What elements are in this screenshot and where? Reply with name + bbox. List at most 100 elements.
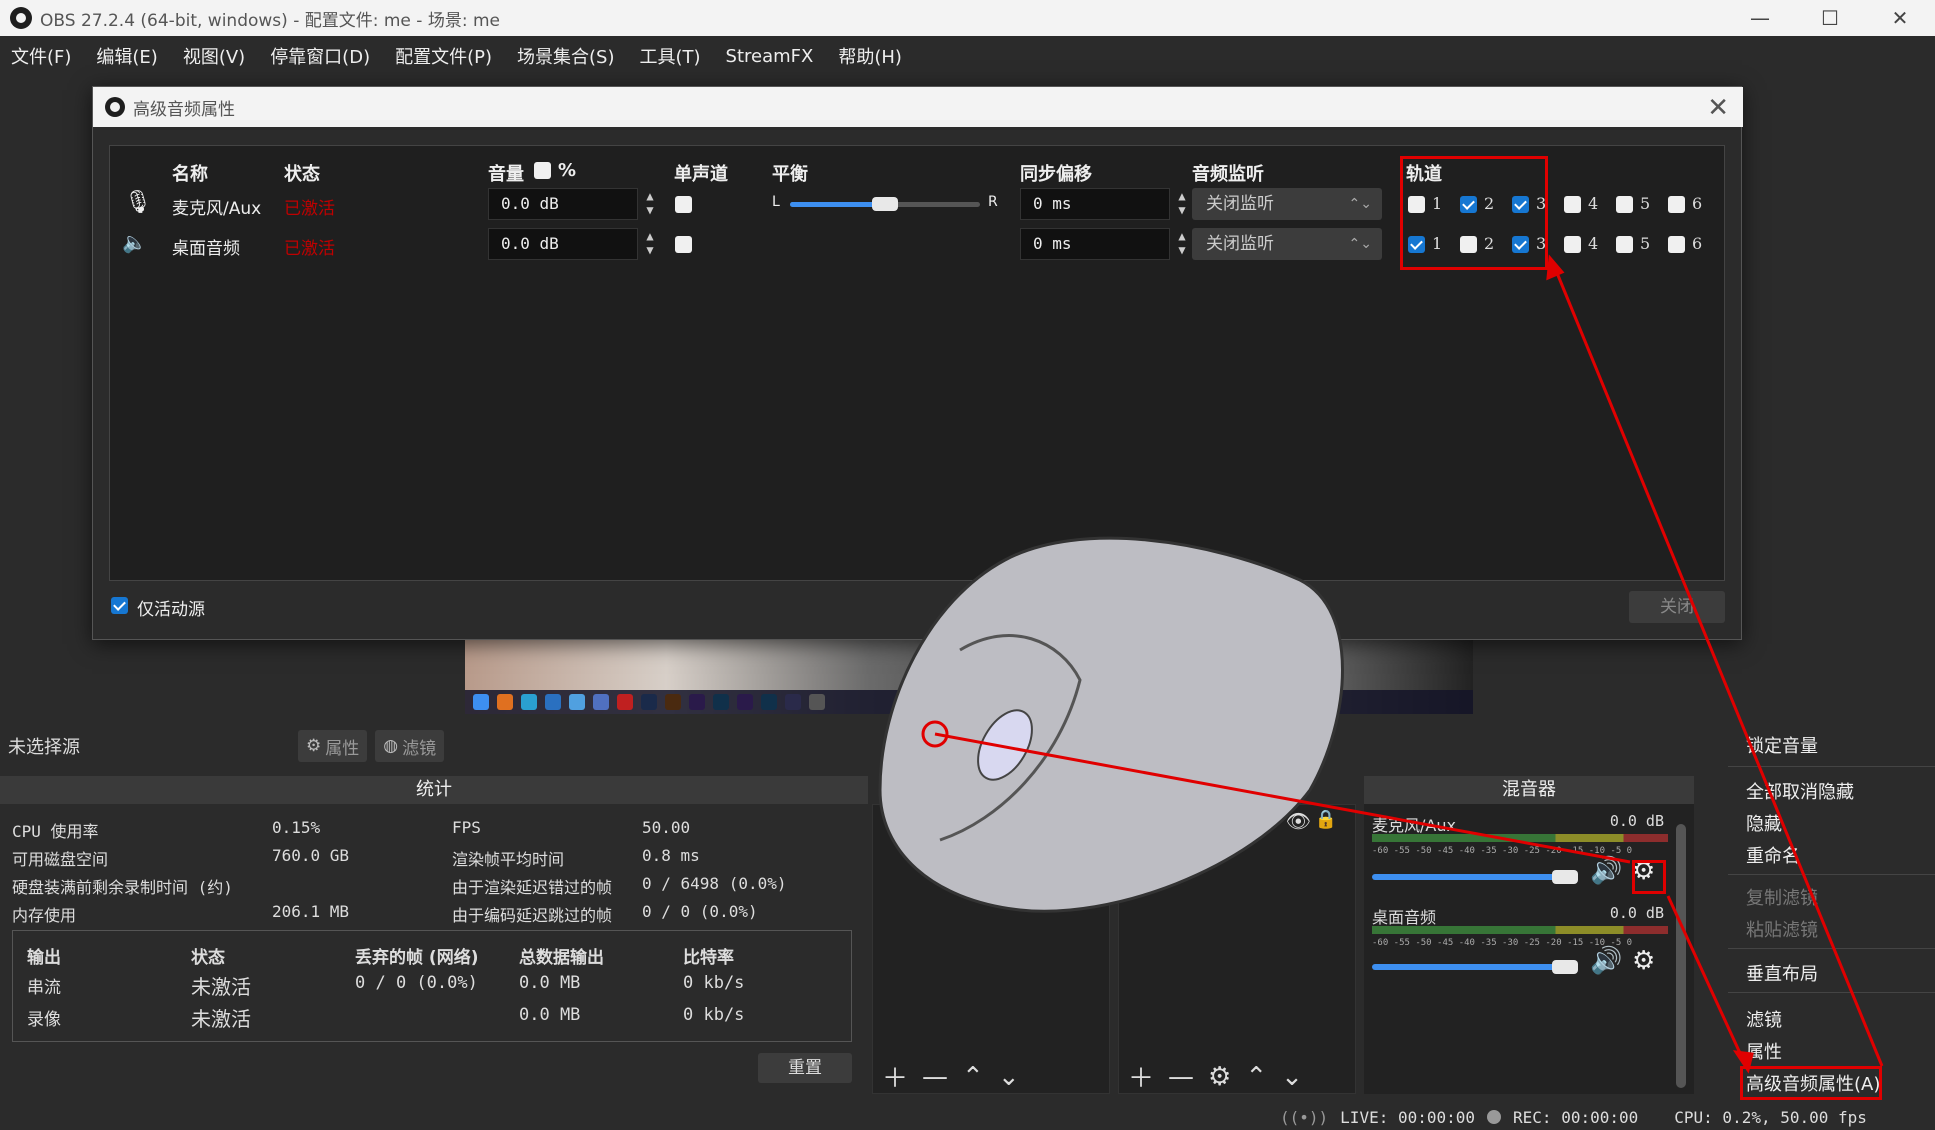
col-bitrate: 比特率	[683, 948, 734, 968]
menu-tools[interactable]: 工具(T)	[639, 43, 700, 69]
mixer-mic-volume-slider[interactable]	[1372, 874, 1568, 880]
row-mic-mono-checkbox[interactable]	[675, 196, 692, 213]
highlight-gear	[1632, 860, 1666, 894]
ctx-hide[interactable]: 隐藏	[1746, 810, 1782, 836]
speaker-icon: 🔈	[122, 230, 147, 254]
menu-streamfx[interactable]: StreamFX	[726, 46, 814, 67]
no-source-selected: 未选择源	[8, 737, 80, 758]
mixer-scrollbar[interactable]	[1676, 824, 1686, 1088]
output-rec-bitrate: 0 kb/s	[683, 1005, 745, 1025]
mixer-desktop-mute-icon[interactable]: 🔊	[1590, 946, 1622, 976]
lock-icon[interactable]: 🔒	[1315, 809, 1337, 830]
advanced-audio-dialog: 高级音频属性 ✕ 名称 状态 音量 % 单声道 平衡 同步偏移 音频监听 轨道 …	[92, 86, 1743, 640]
row-mic-sync-input[interactable]: 0 ms ▲ ▼	[1020, 188, 1186, 220]
illustrator-icon	[665, 694, 681, 710]
disk-value: 760.0 GB	[272, 846, 350, 865]
row-mic-balance-handle[interactable]	[872, 197, 898, 211]
row-desktop-sync-input[interactable]: 0 ms ▲ ▼	[1020, 228, 1186, 260]
ctx-properties[interactable]: 属性	[1746, 1038, 1782, 1064]
row-desktop-mono-checkbox[interactable]	[675, 236, 692, 253]
menu-scene-collection[interactable]: 场景集合(S)	[517, 43, 614, 69]
fps-value: 50.00	[642, 818, 691, 837]
animate-icon	[761, 694, 777, 710]
scenes-dock[interactable]	[872, 804, 1110, 1094]
acrobat-icon	[617, 694, 633, 710]
col-monitoring: 音频监听	[1192, 164, 1264, 185]
ctx-paste-filters[interactable]: 粘贴滤镜	[1746, 916, 1818, 942]
mixer-mic-name: 麦克风/Aux	[1372, 816, 1456, 835]
row-desktop-track-5[interactable]	[1616, 236, 1633, 253]
move-up-icon[interactable]: ⌃	[962, 1062, 984, 1092]
gear-icon: ⚙	[306, 736, 322, 756]
menu-help[interactable]: 帮助(H)	[838, 43, 902, 69]
mixer-mic-scale: -60 -55 -50 -45 -40 -35 -30 -25 -20 -15 …	[1372, 846, 1633, 856]
menu-profile[interactable]: 配置文件(P)	[395, 43, 492, 69]
menu-edit[interactable]: 编辑(E)	[96, 43, 157, 69]
col-volume: 音量	[488, 164, 524, 185]
mem-value: 206.1 MB	[272, 902, 350, 921]
close-window-button[interactable]: ✕	[1865, 0, 1935, 36]
menu-file[interactable]: 文件(F)	[11, 43, 71, 69]
scene-buttons: ＋ — ⌃ ⌄	[882, 1058, 1020, 1095]
rec-dot-icon	[1487, 1110, 1502, 1124]
ctx-unhide-all[interactable]: 全部取消隐藏	[1746, 778, 1854, 804]
row-mic-track-6[interactable]	[1668, 196, 1685, 213]
dialog-close-icon[interactable]: ✕	[1707, 93, 1729, 123]
source-settings-icon[interactable]: ⚙	[1208, 1062, 1231, 1092]
row-mic-track-5[interactable]	[1616, 196, 1633, 213]
dialog-titlebar: 高级音频属性 ✕	[93, 87, 1743, 127]
highlight-advanced-audio	[1740, 1066, 1882, 1100]
remove-source-icon[interactable]: —	[1168, 1062, 1194, 1092]
col-output: 输出	[27, 948, 61, 968]
maximize-button[interactable]: ☐	[1795, 0, 1865, 36]
rec-status: REC: 00:00:00	[1513, 1107, 1639, 1127]
ctx-vertical-layout[interactable]: 垂直布局	[1746, 960, 1818, 986]
row-desktop-track-4[interactable]	[1564, 236, 1581, 253]
properties-button[interactable]: ⚙ 属性	[298, 730, 368, 762]
spin-arrows-icon[interactable]: ▲ ▼	[639, 229, 661, 259]
preview-taskbar	[465, 690, 1473, 714]
row-desktop-monitor-select[interactable]: 关闭监听 ⌃⌄	[1192, 228, 1382, 260]
move-up-icon[interactable]: ⌃	[1245, 1062, 1267, 1092]
ctx-copy-filters[interactable]: 复制滤镜	[1746, 884, 1818, 910]
mixer-desktop-gear-icon[interactable]: ⚙	[1632, 946, 1655, 976]
mixer-desktop-volume-handle[interactable]	[1552, 960, 1578, 974]
remove-scene-icon[interactable]: —	[922, 1062, 948, 1092]
ctx-rename[interactable]: 重命名	[1746, 842, 1800, 868]
row-mic-track-4[interactable]	[1564, 196, 1581, 213]
minimize-button[interactable]: —	[1725, 0, 1795, 36]
lag-value: 0 / 6498 (0.0%)	[642, 874, 787, 893]
move-down-icon[interactable]: ⌄	[1281, 1062, 1303, 1092]
mixer-mic-volume-handle[interactable]	[1552, 870, 1578, 884]
menu-view[interactable]: 视图(V)	[183, 43, 245, 69]
enc-label: 由于编码延迟跳过的帧	[452, 906, 613, 925]
row-desktop-volume-input[interactable]: 0.0 dB ▲ ▼	[488, 228, 654, 260]
add-source-icon[interactable]: ＋	[1128, 1058, 1154, 1095]
character-icon	[785, 694, 801, 710]
sources-dock[interactable]: 👁 🔒	[1118, 804, 1356, 1094]
filters-button[interactable]: ◍ 滤镜	[375, 730, 445, 762]
spin-arrows-icon[interactable]: ▲ ▼	[1171, 189, 1193, 219]
eye-icon[interactable]: 👁	[1286, 809, 1311, 833]
mixer-desktop-volume-slider[interactable]	[1372, 964, 1568, 970]
reset-stats-button[interactable]: 重置	[758, 1053, 852, 1083]
output-stream-status: 未激活	[191, 975, 251, 999]
active-only-checkbox[interactable]	[111, 597, 128, 614]
menu-docks[interactable]: 停靠窗口(D)	[270, 43, 370, 69]
add-scene-icon[interactable]: ＋	[882, 1058, 908, 1095]
status-bar: ((•)) LIVE: 00:00:00 REC: 00:00:00 CPU: …	[1280, 1104, 1935, 1130]
dialog-close-button[interactable]: 关闭	[1629, 591, 1725, 623]
ctx-filters[interactable]: 滤镜	[1746, 1006, 1782, 1032]
mixer-mic-mute-icon[interactable]: 🔊	[1590, 856, 1622, 886]
move-down-icon[interactable]: ⌄	[998, 1062, 1020, 1092]
row-mic-monitor-select[interactable]: 关闭监听 ⌃⌄	[1192, 188, 1382, 220]
row-mic-volume-input[interactable]: 0.0 dB ▲ ▼	[488, 188, 654, 220]
ctx-lock-volume[interactable]: 锁定音量	[1746, 732, 1818, 758]
spin-arrows-icon[interactable]: ▲ ▼	[639, 189, 661, 219]
disk-label: 可用磁盘空间	[12, 850, 109, 869]
output-stream-bitrate: 0 kb/s	[683, 973, 745, 993]
row-desktop-track-6[interactable]	[1668, 236, 1685, 253]
volume-percent-checkbox[interactable]	[534, 162, 551, 179]
outputs-table: 输出 状态 丢弃的帧 (网络) 总数据输出 比特率 串流 未激活 0 / 0 (…	[12, 930, 852, 1042]
spin-arrows-icon[interactable]: ▲ ▼	[1171, 229, 1193, 259]
